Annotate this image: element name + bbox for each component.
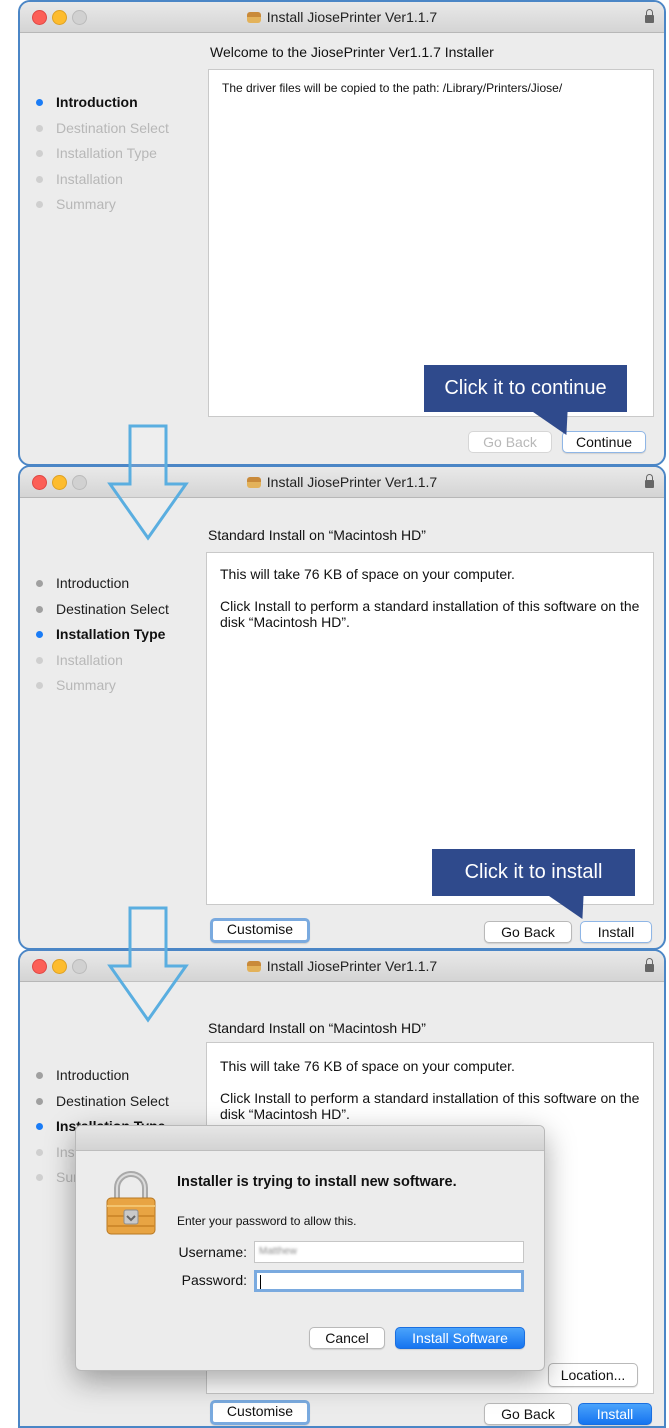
install-description-text: Click Install to perform a standard inst… [220,598,640,630]
step-label: Destination Select [56,119,169,136]
step-dot [36,631,43,638]
step-label: Summary [56,196,116,212]
space-required-text: This will take 76 KB of space on your co… [220,566,515,582]
step-dot [36,201,43,208]
window-title: Install JiosePrinter Ver1.1.7 [266,958,438,974]
install-callout: Click it to install [432,849,635,896]
step-label: Destination Select [56,600,169,617]
step-dot [36,124,43,132]
step-list: Introduction Destination Select Installa… [34,573,169,701]
lock-icon [645,474,654,488]
panel-heading: Standard Install on “Macintosh HD” [208,527,426,543]
window-title-wrap: Install JiosePrinter Ver1.1.7 [20,9,664,25]
username-value: Matthew [259,1246,297,1257]
panel-heading: Welcome to the JiosePrinter Ver1.1.7 Ins… [210,44,494,60]
go-back-button[interactable]: Go Back [484,921,572,943]
authentication-dialog: Installer is trying to install new softw… [75,1125,545,1371]
title-bar[interactable]: Install JiosePrinter Ver1.1.7 [20,2,664,33]
go-back-button[interactable]: Go Back [468,431,552,453]
step-installation: Installation [34,650,169,676]
step-dot [36,682,43,689]
step-dot [36,1123,43,1130]
step-label: Destination Select [56,1092,169,1109]
password-label: Password: [181,1272,247,1288]
step-summary: Summary [34,194,169,220]
step-dot [36,99,43,106]
step-dot [36,150,43,157]
text-cursor [260,1275,261,1289]
package-icon [246,961,261,972]
step-label: Installation [56,170,123,187]
step-installation-type: Installation Type [34,624,169,650]
install-button[interactable]: Install [580,921,652,943]
step-dot [36,1097,43,1105]
change-location-button[interactable]: Location... [548,1363,638,1387]
install-description-text: Click Install to perform a standard inst… [220,1090,640,1122]
space-required-text: This will take 76 KB of space on your co… [220,1058,515,1074]
step-introduction: Introduction [34,1065,169,1091]
install-button[interactable]: Install [578,1403,652,1425]
down-arrow-icon [107,424,189,541]
step-installation: Installation [34,169,169,195]
step-label: Installation Type [56,145,157,161]
step-label: Introduction [56,94,138,110]
step-summary: Summary [34,675,169,701]
down-arrow-icon [107,906,189,1023]
lock-icon [645,9,654,23]
password-field[interactable] [254,1270,524,1292]
step-introduction: Introduction [34,573,169,599]
step-dot [36,175,43,183]
username-field[interactable]: Matthew [254,1241,524,1263]
dialog-title-bar[interactable] [76,1126,544,1151]
customise-button[interactable]: Customise [210,918,310,943]
cancel-button[interactable]: Cancel [309,1327,385,1349]
panel-heading: Standard Install on “Macintosh HD” [208,1020,426,1036]
step-installation-type: Installation Type [34,143,169,169]
step-list: Introduction Destination Select Installa… [34,92,169,220]
dialog-title: Installer is trying to install new softw… [177,1174,457,1190]
step-label: Installation [56,651,123,668]
go-back-button[interactable]: Go Back [484,1403,572,1425]
step-label: Installation Type [56,626,166,642]
step-introduction: Introduction [34,92,169,118]
step-label: Introduction [56,1067,130,1083]
step-dot [36,1148,43,1156]
package-icon [246,12,261,23]
username-label: Username: [178,1244,247,1260]
step-dot [36,580,43,587]
step-destination-select: Destination Select [34,118,169,144]
lock-icon [645,958,654,972]
step-dot [36,656,43,664]
step-label: Introduction [56,575,130,591]
step-label: Summary [56,677,116,693]
customise-button[interactable]: Customise [210,1400,310,1425]
step-dot [36,1072,43,1079]
step-destination-select: Destination Select [34,1091,169,1117]
window-title: Install JiosePrinter Ver1.1.7 [266,474,438,490]
step-dot [36,1174,43,1181]
window-title: Install JiosePrinter Ver1.1.7 [266,9,438,25]
package-icon [246,477,261,488]
step-destination-select: Destination Select [34,599,169,625]
step-dot [36,605,43,613]
intro-text: The driver files will be copied to the p… [222,81,563,95]
dialog-message: Enter your password to allow this. [177,1214,357,1228]
continue-callout: Click it to continue [424,365,627,412]
install-software-button[interactable]: Install Software [395,1327,525,1349]
padlock-icon [106,1171,156,1235]
